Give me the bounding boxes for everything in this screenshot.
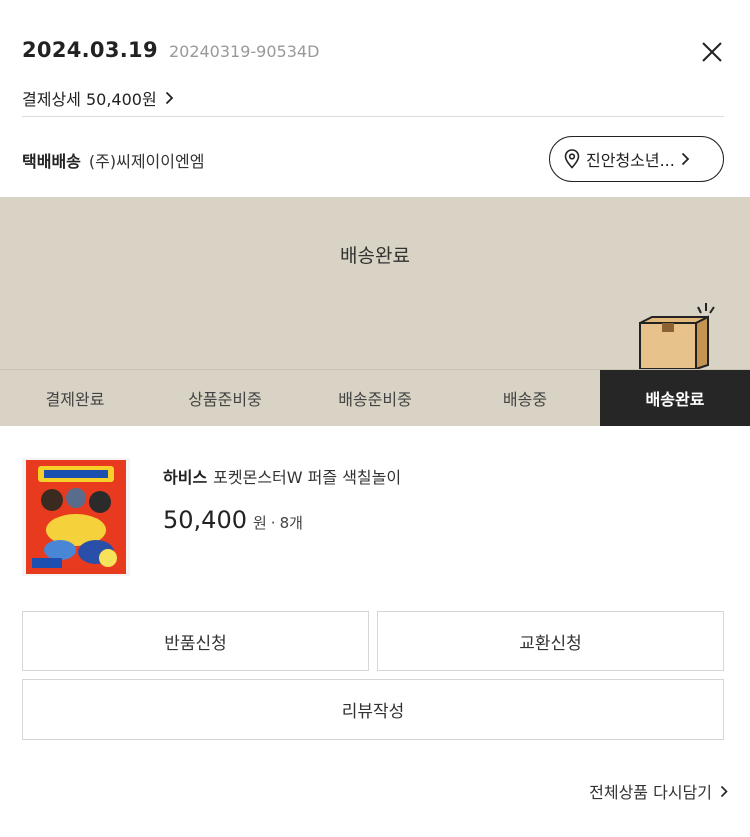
delivery-address-button[interactable]: 진안청소년... xyxy=(549,136,724,182)
delivery-steps: 결제완료 상품준비중 배송준비중 배송중 배송완료 xyxy=(0,369,750,426)
separator-dot: · xyxy=(270,514,276,532)
payment-detail-link[interactable]: 결제상세 50,400원 xyxy=(22,86,174,110)
write-review-button[interactable]: 리뷰작성 xyxy=(22,679,724,740)
product-item[interactable]: 하비스 포켓몬스터W 퍼즐 색칠놀이 50,400 원 · 8개 xyxy=(22,458,728,578)
step-in-transit: 배송중 xyxy=(502,390,548,409)
step-delivered: 배송완료 xyxy=(600,370,750,426)
status-title: 배송완료 xyxy=(340,245,410,267)
rebuy-label: 전체상품 다시담기 xyxy=(589,783,712,802)
delivery-status-banner: 배송완료 xyxy=(0,197,750,369)
address-label: 진안청소년... xyxy=(586,151,675,170)
add-all-to-cart-link[interactable]: 전체상품 다시담기 xyxy=(589,779,728,803)
shipping-type: 택배배송 xyxy=(22,152,81,171)
divider xyxy=(22,116,724,117)
step-preparing-shipment: 배송준비중 xyxy=(338,390,412,409)
order-date: 2024.03.19 xyxy=(22,38,158,62)
product-brand: 하비스 xyxy=(163,468,208,487)
step-preparing-product: 상품준비중 xyxy=(188,390,262,409)
exchange-request-button[interactable]: 교환신청 xyxy=(377,611,724,671)
order-number: 20240319-90534D xyxy=(168,42,320,61)
product-thumbnail xyxy=(22,458,130,576)
product-price: 50,400 원 · 8개 xyxy=(163,506,303,534)
step-payment-complete: 결제완료 xyxy=(45,390,105,409)
location-pin-icon xyxy=(564,149,580,169)
price-unit: 원 xyxy=(252,514,267,532)
shipping-info: 택배배송 (주)씨제이이엔엠 xyxy=(22,148,204,172)
close-icon xyxy=(702,42,722,62)
product-quantity: 8개 xyxy=(279,514,303,532)
chevron-right-icon xyxy=(720,785,728,797)
product-name: 포켓몬스터W 퍼즐 색칠놀이 xyxy=(213,468,402,487)
package-box-icon xyxy=(639,303,715,369)
chevron-right-icon xyxy=(681,152,690,166)
carrier-name: (주)씨제이이엔엠 xyxy=(88,152,205,171)
chevron-right-icon xyxy=(165,91,173,105)
product-title: 하비스 포켓몬스터W 퍼즐 색칠놀이 xyxy=(163,464,401,488)
order-header: 2024.03.19 20240319-90534D xyxy=(22,38,728,62)
price-value: 50,400 xyxy=(163,506,247,534)
close-button[interactable] xyxy=(700,40,724,64)
return-request-button[interactable]: 반품신청 xyxy=(22,611,369,671)
payment-detail-label: 결제상세 50,400원 xyxy=(22,90,157,109)
